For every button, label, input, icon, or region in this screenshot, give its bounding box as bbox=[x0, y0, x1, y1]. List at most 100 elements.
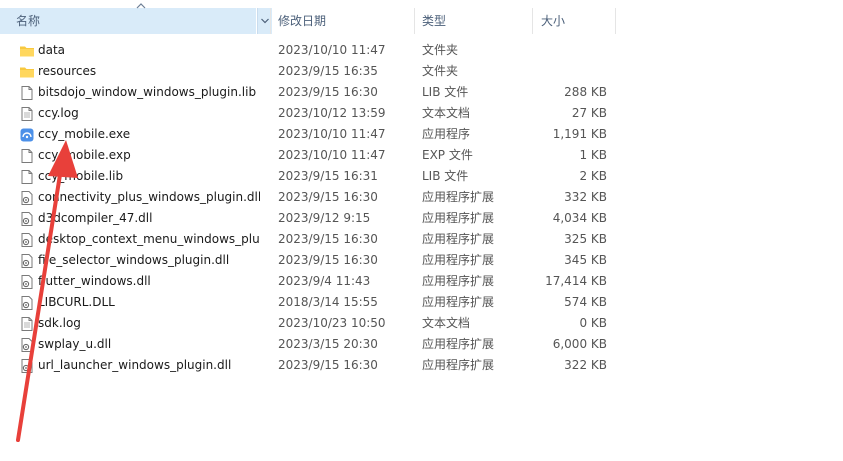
column-header-size[interactable]: 大小 bbox=[525, 8, 615, 34]
file-row[interactable]: data 2023/10/10 11:47 文件夹 bbox=[0, 40, 843, 61]
file-name: ccy.log bbox=[38, 106, 79, 120]
file-icon bbox=[19, 145, 35, 166]
file-name: data bbox=[38, 43, 66, 57]
file-modified-date: 2023/10/23 10:50 bbox=[278, 316, 386, 330]
file-type: 应用程序扩展 bbox=[422, 274, 495, 288]
file-modified-date: 2018/3/14 15:55 bbox=[278, 295, 378, 309]
file-row[interactable]: desktop_context_menu_windows_plu... 2023… bbox=[0, 229, 843, 250]
file-modified-date: 2023/10/10 11:47 bbox=[278, 43, 386, 57]
column-divider[interactable] bbox=[615, 8, 616, 34]
file-size bbox=[540, 61, 607, 82]
file-row[interactable]: swplay_u.dll 2023/3/15 20:30 应用程序扩展 6,00… bbox=[0, 334, 843, 355]
file-size: 2 KB bbox=[579, 169, 607, 183]
dll-icon bbox=[19, 334, 35, 355]
file-row[interactable]: url_launcher_windows_plugin.dll 2023/9/1… bbox=[0, 355, 843, 376]
file-name: flutter_windows.dll bbox=[38, 274, 151, 288]
file-type: LIB 文件 bbox=[422, 169, 469, 183]
file-modified-date: 2023/9/15 16:30 bbox=[278, 253, 378, 267]
app-exe-icon bbox=[19, 124, 35, 145]
file-type: 文本文档 bbox=[422, 316, 471, 330]
file-size: 288 KB bbox=[564, 85, 607, 99]
file-type: 文件夹 bbox=[422, 64, 459, 78]
file-row[interactable]: flutter_windows.dll 2023/9/4 11:43 应用程序扩… bbox=[0, 271, 843, 292]
file-row[interactable]: resources 2023/9/15 16:35 文件夹 bbox=[0, 61, 843, 82]
file-modified-date: 2023/10/12 13:59 bbox=[278, 106, 386, 120]
file-row[interactable]: LIBCURL.DLL 2018/3/14 15:55 应用程序扩展 574 K… bbox=[0, 292, 843, 313]
file-modified-date: 2023/9/12 9:15 bbox=[278, 211, 371, 225]
file-row[interactable]: connectivity_plus_windows_plugin.dll 202… bbox=[0, 187, 843, 208]
column-header-name[interactable]: 名称 bbox=[0, 8, 256, 34]
folder-icon bbox=[19, 61, 35, 82]
file-modified-date: 2023/9/15 16:31 bbox=[278, 169, 378, 183]
file-size bbox=[540, 40, 607, 61]
text-file-icon bbox=[19, 103, 35, 124]
column-header-type[interactable]: 类型 bbox=[406, 8, 532, 34]
text-file-icon bbox=[19, 313, 35, 334]
file-row[interactable]: ccy_mobile.exp 2023/10/10 11:47 EXP 文件 1… bbox=[0, 145, 843, 166]
file-size: 4,034 KB bbox=[552, 211, 607, 225]
file-modified-date: 2023/10/10 11:47 bbox=[278, 127, 386, 141]
file-size: 332 KB bbox=[564, 190, 607, 204]
file-type: 应用程序扩展 bbox=[422, 295, 495, 309]
file-row[interactable]: file_selector_windows_plugin.dll 2023/9/… bbox=[0, 250, 843, 271]
file-name: bitsdojo_window_windows_plugin.lib bbox=[38, 85, 257, 99]
file-row[interactable]: ccy_mobile.lib 2023/9/15 16:31 LIB 文件 2 … bbox=[0, 166, 843, 187]
file-row[interactable]: bitsdojo_window_windows_plugin.lib 2023/… bbox=[0, 82, 843, 103]
file-type: 文本文档 bbox=[422, 106, 471, 120]
file-size: 1 KB bbox=[579, 148, 607, 162]
sort-ascending-icon bbox=[135, 0, 147, 12]
file-name: file_selector_windows_plugin.dll bbox=[38, 253, 230, 267]
file-modified-date: 2023/9/15 16:30 bbox=[278, 232, 378, 246]
file-name: d3dcompiler_47.dll bbox=[38, 211, 153, 225]
file-type: 应用程序扩展 bbox=[422, 337, 495, 351]
file-size: 17,414 KB bbox=[545, 274, 607, 288]
dll-icon bbox=[19, 250, 35, 271]
file-modified-date: 2023/3/15 20:30 bbox=[278, 337, 378, 351]
dll-icon bbox=[19, 355, 35, 376]
file-list: data 2023/10/10 11:47 文件夹 resources 2023… bbox=[0, 40, 843, 376]
folder-icon bbox=[19, 40, 35, 61]
file-modified-date: 2023/9/15 16:30 bbox=[278, 85, 378, 99]
file-name: ccy_mobile.lib bbox=[38, 169, 124, 183]
file-type: LIB 文件 bbox=[422, 85, 469, 99]
file-row[interactable]: d3dcompiler_47.dll 2023/9/12 9:15 应用程序扩展… bbox=[0, 208, 843, 229]
file-size: 322 KB bbox=[564, 358, 607, 372]
file-size: 6,000 KB bbox=[552, 337, 607, 351]
file-type: 应用程序扩展 bbox=[422, 358, 495, 372]
file-name: ccy_mobile.exe bbox=[38, 127, 131, 141]
file-type: 应用程序 bbox=[422, 127, 471, 141]
file-icon bbox=[19, 82, 35, 103]
file-type: 应用程序扩展 bbox=[422, 211, 495, 225]
file-type: 应用程序扩展 bbox=[422, 232, 495, 246]
dll-icon bbox=[19, 292, 35, 313]
file-name: sdk.log bbox=[38, 316, 81, 330]
file-name: resources bbox=[38, 64, 97, 78]
file-icon bbox=[19, 166, 35, 187]
file-name: desktop_context_menu_windows_plu... bbox=[38, 232, 260, 246]
file-name: url_launcher_windows_plugin.dll bbox=[38, 358, 232, 372]
file-size: 574 KB bbox=[564, 295, 607, 309]
file-row[interactable]: ccy.log 2023/10/12 13:59 文本文档 27 KB bbox=[0, 103, 843, 124]
dll-icon bbox=[19, 229, 35, 250]
file-modified-date: 2023/9/15 16:30 bbox=[278, 358, 378, 372]
file-row[interactable]: ccy_mobile.exe 2023/10/10 11:47 应用程序 1,1… bbox=[0, 124, 843, 145]
column-header-modified[interactable]: 修改日期 bbox=[262, 8, 414, 34]
file-type: 应用程序扩展 bbox=[422, 190, 495, 204]
column-header-bar: 名称 修改日期 类型 大小 bbox=[0, 0, 843, 38]
file-size: 1,191 KB bbox=[552, 127, 607, 141]
file-explorer: 名称 修改日期 类型 大小 data 2023/10/10 11:47 文件夹 … bbox=[0, 0, 843, 461]
file-name: connectivity_plus_windows_plugin.dll bbox=[38, 190, 260, 204]
dll-icon bbox=[19, 271, 35, 292]
file-modified-date: 2023/9/15 16:35 bbox=[278, 64, 378, 78]
file-row[interactable]: sdk.log 2023/10/23 10:50 文本文档 0 KB bbox=[0, 313, 843, 334]
file-name: swplay_u.dll bbox=[38, 337, 112, 351]
file-type: 文件夹 bbox=[422, 43, 459, 57]
file-name: ccy_mobile.exp bbox=[38, 148, 131, 162]
file-size: 27 KB bbox=[571, 106, 607, 120]
file-size: 345 KB bbox=[564, 253, 607, 267]
file-type: EXP 文件 bbox=[422, 148, 473, 162]
file-size: 0 KB bbox=[579, 316, 607, 330]
file-modified-date: 2023/10/10 11:47 bbox=[278, 148, 386, 162]
file-modified-date: 2023/9/4 11:43 bbox=[278, 274, 371, 288]
dll-icon bbox=[19, 208, 35, 229]
